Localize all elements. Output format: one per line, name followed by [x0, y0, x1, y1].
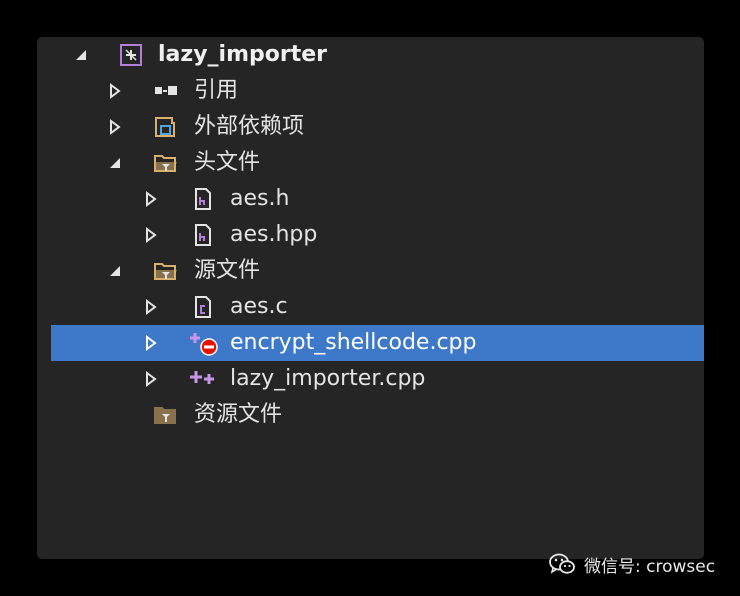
- solution-explorer-panel: lazy_importer 引用 外部依赖项 头文件 aes.h aes.hpp…: [37, 37, 704, 559]
- collapsed-arrow-icon[interactable]: [141, 217, 161, 253]
- collapsed-arrow-icon[interactable]: [141, 289, 161, 325]
- tree-item-label: encrypt_shellcode.cpp: [230, 330, 477, 355]
- tree-item-label: lazy_importer.cpp: [230, 366, 426, 391]
- tree-row-encrypt-shellcode-cpp[interactable]: encrypt_shellcode.cpp: [51, 325, 704, 361]
- collapsed-arrow-icon[interactable]: [141, 325, 161, 361]
- tree-item-label: aes.hpp: [230, 222, 318, 247]
- wechat-icon: [549, 553, 575, 574]
- expanded-arrow-icon[interactable]: [71, 37, 91, 73]
- cpp-file-excluded-icon: [189, 331, 221, 356]
- tree-item-label: aes.h: [230, 186, 290, 211]
- tree-row-lazy-importer-cpp[interactable]: lazy_importer.cpp: [37, 361, 704, 397]
- collapsed-arrow-icon[interactable]: [141, 361, 161, 397]
- external-dependencies-icon: [153, 115, 177, 139]
- references-icon: [153, 79, 177, 103]
- tree-item-label: aes.c: [230, 294, 288, 319]
- tree-item-label: 资源文件: [194, 402, 283, 427]
- tree-row-aes-c[interactable]: aes.c: [37, 289, 704, 325]
- expanded-arrow-icon[interactable]: [105, 145, 125, 181]
- tree-row-header-files[interactable]: 头文件: [37, 145, 704, 181]
- folder-filter-icon: [153, 403, 177, 427]
- project-label: lazy_importer: [158, 42, 327, 67]
- header-file-icon: [191, 223, 215, 247]
- watermark: 微信号: crowsec: [548, 548, 715, 580]
- tree-item-label: 引用: [194, 78, 239, 103]
- folder-filter-icon: [153, 151, 177, 175]
- c-file-icon: [191, 295, 215, 319]
- tree-row-external-dependencies[interactable]: 外部依赖项: [37, 109, 704, 145]
- collapsed-arrow-icon[interactable]: [105, 109, 125, 145]
- header-file-icon: [191, 187, 215, 211]
- tree-row-aes-hpp[interactable]: aes.hpp: [37, 217, 704, 253]
- tree-item-label: 源文件: [194, 258, 261, 283]
- folder-filter-icon: [153, 259, 177, 283]
- cpp-file-icon: [189, 367, 219, 391]
- tree-item-label: 头文件: [194, 150, 261, 175]
- vs-project-icon: [119, 43, 143, 67]
- expanded-arrow-icon[interactable]: [105, 253, 125, 289]
- collapsed-arrow-icon[interactable]: [105, 73, 125, 109]
- tree-row-resource-files[interactable]: 资源文件: [37, 397, 704, 433]
- collapsed-arrow-icon[interactable]: [141, 181, 161, 217]
- tree-row-references[interactable]: 引用: [37, 73, 704, 109]
- tree-row-project[interactable]: lazy_importer: [37, 37, 704, 73]
- tree-item-label: 外部依赖项: [194, 114, 305, 139]
- tree-row-source-files[interactable]: 源文件: [37, 253, 704, 289]
- tree-row-aes-h[interactable]: aes.h: [37, 181, 704, 217]
- watermark-text: 微信号: crowsec: [584, 556, 716, 577]
